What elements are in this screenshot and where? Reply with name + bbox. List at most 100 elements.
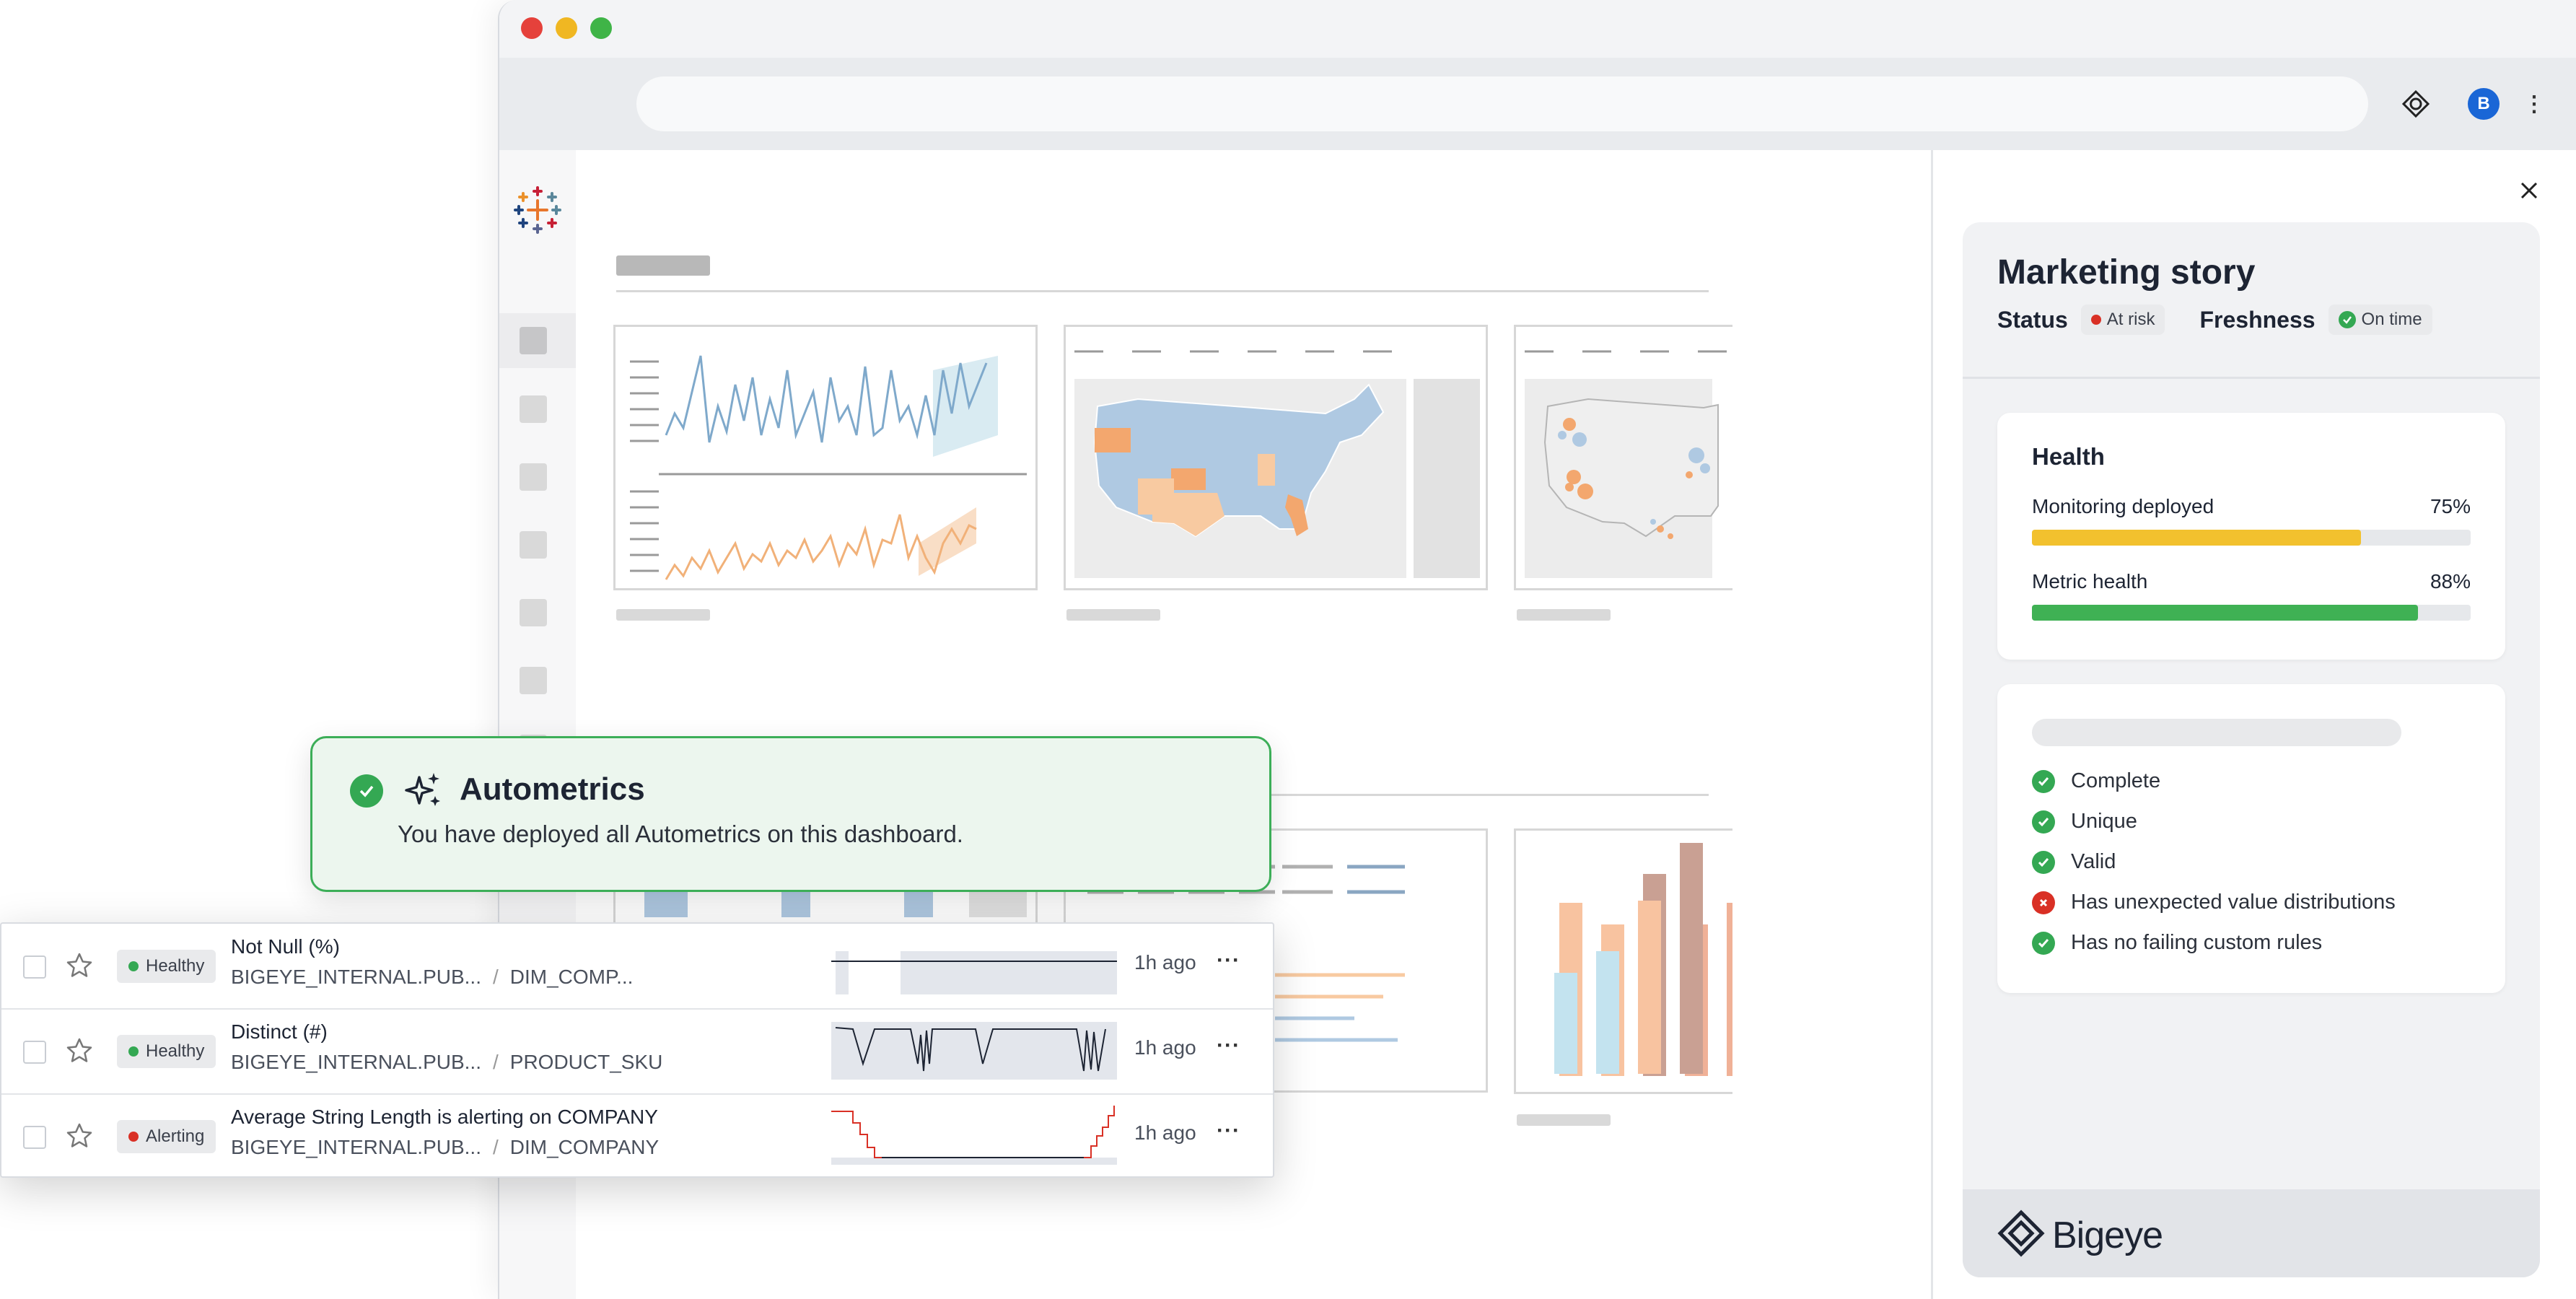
toast-title: Autometrics <box>460 771 645 807</box>
metric-title[interactable]: Not Null (%) <box>231 935 340 958</box>
more-options-icon[interactable]: ··· <box>1217 948 1240 973</box>
check-item: Unique <box>2032 810 2137 834</box>
brand-name: Bigeye <box>2052 1214 2163 1256</box>
metric-path: BIGEYE_INTERNAL.PUB... / DIM_COMPANY <box>231 1136 659 1159</box>
check-item: Complete <box>2032 769 2160 793</box>
sidebar-item[interactable] <box>520 667 547 694</box>
status-label: Healthy <box>146 1041 205 1061</box>
sidebar-item[interactable] <box>520 327 547 354</box>
check-item: Has unexpected value distributions <box>2032 891 2396 914</box>
bubble-map-card[interactable] <box>1514 325 1930 590</box>
check-circle-icon <box>2032 931 2055 955</box>
star-icon[interactable] <box>65 1036 94 1065</box>
path-separator: / <box>493 1136 499 1158</box>
progress-track <box>2032 605 2471 621</box>
table-name: DIM_COMPANY <box>509 1136 660 1158</box>
sidebar-item[interactable] <box>520 531 547 559</box>
kebab-menu-icon[interactable]: ⋮ <box>2523 88 2545 120</box>
more-options-icon[interactable]: ··· <box>1217 1119 1240 1143</box>
metric-path: BIGEYE_INTERNAL.PUB... / PRODUCT_SKU <box>231 1051 662 1074</box>
sidebar-item[interactable] <box>520 463 547 491</box>
close-icon[interactable] <box>2515 176 2544 205</box>
path-separator: / <box>493 966 499 988</box>
check-label: Has no failing custom rules <box>2071 931 2323 954</box>
minimize-window-button[interactable] <box>556 17 577 39</box>
title-bar <box>499 0 2576 58</box>
check-label: Unique <box>2071 810 2137 833</box>
table-name: DIM_COMP... <box>509 966 634 988</box>
error-circle-icon <box>2032 891 2055 914</box>
alerting-dot-icon <box>128 1132 139 1142</box>
bigeye-logo: Bigeye <box>1997 1210 2163 1261</box>
status-label: Status <box>1997 306 2068 333</box>
bar-chart-extension <box>1512 828 1929 1090</box>
row-checkbox[interactable] <box>23 1041 46 1064</box>
tableau-logo-icon <box>512 185 563 235</box>
metric-label: Metric health <box>2032 570 2148 592</box>
metric-title[interactable]: Average String Length is alerting on COM… <box>231 1106 658 1129</box>
metric-health-row: Metric health 88% <box>2032 570 2471 621</box>
bigeye-extension-icon[interactable] <box>2401 89 2430 118</box>
sidebar-item[interactable] <box>520 599 547 626</box>
more-options-icon[interactable]: ··· <box>1217 1033 1240 1058</box>
line-chart-card[interactable] <box>613 325 1038 590</box>
table-row[interactable]: Healthy Not Null (%) BIGEYE_INTERNAL.PUB… <box>1 924 1273 1010</box>
health-title: Health <box>2032 443 2105 470</box>
healthy-dot-icon <box>128 961 139 971</box>
check-circle-icon <box>350 774 383 808</box>
metrics-list: Healthy Not Null (%) BIGEYE_INTERNAL.PUB… <box>0 922 1274 1178</box>
divider <box>616 290 1709 292</box>
healthy-dot-icon <box>128 1046 139 1057</box>
monitoring-deployed-row: Monitoring deployed 75% <box>2032 495 2471 546</box>
path-separator: / <box>493 1051 499 1073</box>
check-circle-icon <box>2032 810 2055 834</box>
checks-title-placeholder <box>2032 719 2401 746</box>
filled-map-card[interactable] <box>1064 325 1488 590</box>
progress-fill <box>2032 530 2361 546</box>
metric-title[interactable]: Distinct (#) <box>231 1020 328 1044</box>
last-run-time: 1h ago <box>1134 1036 1196 1059</box>
caption-placeholder <box>1517 609 1611 621</box>
metric-value: 88% <box>2430 570 2471 592</box>
schema-name: BIGEYE_INTERNAL.PUB... <box>231 1051 481 1073</box>
caption-placeholder <box>1517 1114 1611 1126</box>
status-badge: Healthy <box>117 950 216 983</box>
close-window-button[interactable] <box>521 17 543 39</box>
divider <box>1963 377 2540 379</box>
last-run-time: 1h ago <box>1134 951 1196 974</box>
avatar[interactable]: B <box>2468 88 2500 120</box>
freshness-badge-label: On time <box>2361 310 2422 329</box>
status-badge-label: At risk <box>2106 310 2155 329</box>
sparkles-icon <box>403 770 444 810</box>
status-badge: At risk <box>2080 305 2165 335</box>
last-run-time: 1h ago <box>1134 1121 1196 1144</box>
metric-value: 75% <box>2430 495 2471 517</box>
table-row[interactable]: Healthy Distinct (#) BIGEYE_INTERNAL.PUB… <box>1 1009 1273 1095</box>
autometrics-toast: Autometrics You have deployed all Autome… <box>310 736 1271 892</box>
star-icon[interactable] <box>65 951 94 980</box>
check-label: Valid <box>2071 850 2116 873</box>
address-bar[interactable] <box>636 76 2368 131</box>
divider <box>1264 794 1709 796</box>
progress-fill <box>2032 605 2419 621</box>
row-checkbox[interactable] <box>23 955 46 979</box>
star-icon[interactable] <box>65 1121 94 1150</box>
sidebar-item[interactable] <box>520 395 547 423</box>
checks-card: Complete Unique Valid Has unexpected val… <box>1997 684 2505 993</box>
story-card: Marketing story Status At risk Freshness… <box>1963 222 2540 1277</box>
table-row[interactable]: Alerting Average String Length is alerti… <box>1 1094 1273 1178</box>
metric-path: BIGEYE_INTERNAL.PUB... / DIM_COMP... <box>231 966 633 989</box>
check-item: Valid <box>2032 850 2116 874</box>
check-label: Complete <box>2071 769 2161 792</box>
status-row: Status At risk Freshness On time <box>1997 305 2432 335</box>
schema-name: BIGEYE_INTERNAL.PUB... <box>231 966 481 988</box>
maximize-window-button[interactable] <box>590 17 612 39</box>
health-card: Health Monitoring deployed 75% Metric he… <box>1997 413 2505 660</box>
status-label: Healthy <box>146 956 205 976</box>
progress-track <box>2032 530 2471 546</box>
row-checkbox[interactable] <box>23 1126 46 1149</box>
check-circle-icon <box>2338 311 2356 328</box>
freshness-label: Freshness <box>2199 306 2316 333</box>
sparkline <box>831 1022 1117 1080</box>
toast-message: You have deployed all Autometrics on thi… <box>398 821 963 847</box>
